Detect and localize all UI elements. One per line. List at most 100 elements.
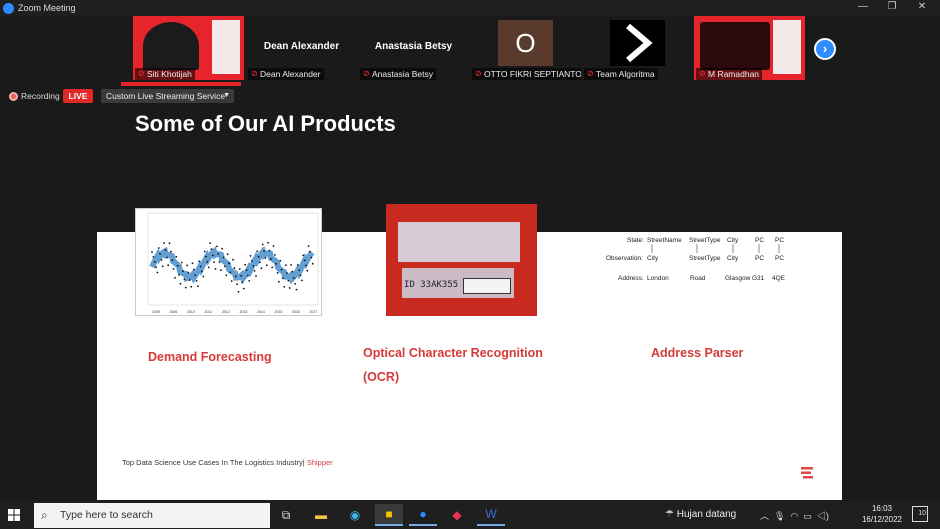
observation-point	[290, 264, 292, 266]
observation-point	[193, 268, 195, 271]
observation-point	[215, 245, 218, 248]
observation-point	[151, 251, 153, 253]
observation-point	[271, 266, 274, 269]
windows-start-icon[interactable]	[4, 505, 24, 525]
observation-point	[232, 258, 234, 261]
observation-point	[296, 264, 299, 266]
chart-year-label: 2017	[310, 310, 318, 314]
close-button[interactable]: ✕	[915, 1, 929, 12]
observation-point	[237, 290, 240, 293]
observation-point	[161, 265, 164, 268]
observation-point	[160, 259, 163, 261]
observation-point	[221, 247, 224, 250]
chevron-up-icon[interactable]: ︿	[760, 511, 769, 521]
chart-year-label: 2015	[275, 310, 283, 314]
product-label-ocr-abbr: (OCR)	[363, 370, 400, 384]
observation-point	[230, 280, 233, 282]
observation-point	[191, 262, 194, 265]
observation-point	[264, 257, 267, 259]
participant-tile[interactable]: Dean Alexander ⊘ Dean Alexander	[246, 16, 357, 80]
recording-label[interactable]: Recording	[21, 91, 60, 101]
observation-point	[283, 286, 286, 288]
participant-tile[interactable]: O ⊘ OTTO FIKRI SEPTIANTO	[470, 16, 581, 80]
chart-year-label: 2006	[170, 310, 178, 314]
observation-point	[170, 250, 172, 253]
ocr-code-text: ID 33AK355	[404, 280, 459, 290]
app-icon[interactable]: ◆	[443, 504, 471, 526]
stream-service-dropdown[interactable]: Custom Live Streaming Service ▼	[101, 89, 234, 103]
observation-point	[159, 252, 161, 255]
redaction-box	[463, 278, 511, 294]
microphone-icon[interactable]: 🎙	[774, 511, 785, 521]
observation-point	[274, 254, 276, 256]
observation-point	[272, 245, 275, 247]
participant-caption: ⊘ Team Algoritma	[584, 68, 658, 80]
notification-center-button[interactable]: 10	[912, 506, 928, 522]
gallery-next-button[interactable]: ›	[814, 38, 836, 60]
task-view-icon[interactable]: ⧉	[272, 504, 300, 526]
observation-point	[190, 285, 193, 288]
wifi-icon[interactable]: ◠	[790, 511, 798, 521]
observation-point	[153, 261, 156, 263]
observation-point	[202, 275, 205, 278]
observation-point	[225, 274, 228, 277]
observation-point	[174, 276, 176, 279]
observation-point	[198, 260, 201, 263]
observation-point	[240, 275, 242, 277]
edge-browser-icon[interactable]: ◉	[341, 504, 369, 526]
participant-tile[interactable]: ⊘ M Ramadhan	[694, 16, 805, 80]
volume-icon[interactable]: ◁)	[817, 511, 829, 521]
active-speaker-indicator	[121, 82, 241, 86]
observation-point	[251, 260, 253, 262]
participant-name: OTTO FIKRI SEPTIANTO	[484, 69, 581, 79]
parser-label: Address:	[618, 275, 644, 282]
observation-point	[245, 269, 248, 272]
taskbar-clock[interactable]: 16:03 16/12/2022	[858, 503, 906, 525]
observation-point	[157, 247, 160, 249]
observation-point	[178, 273, 180, 276]
observation-point	[199, 265, 202, 268]
source-text: Top Data Science Use Cases In The Logist…	[122, 458, 305, 467]
observation-point	[305, 264, 307, 267]
file-explorer-icon[interactable]: ▬	[307, 504, 335, 526]
product-label-ocr: Optical Character Recognition	[363, 346, 543, 360]
mic-muted-icon: ⊘	[363, 69, 370, 78]
observation-point	[286, 272, 288, 274]
observation-point	[298, 269, 301, 272]
participant-tile[interactable]: ⊘ Team Algoritma	[582, 16, 693, 80]
taskbar-search-input[interactable]: ⌕ Type here to search	[34, 503, 270, 528]
source-link[interactable]: Shipper	[307, 458, 333, 467]
observation-point	[284, 264, 287, 266]
mic-muted-icon: ⊘	[699, 69, 706, 78]
restore-button[interactable]: ❐	[885, 1, 899, 12]
ocr-package-image: ID 33AK355	[386, 204, 537, 316]
observation-point	[164, 249, 167, 251]
observation-point	[183, 278, 186, 281]
parser-token: 4QE	[772, 275, 786, 282]
live-badge[interactable]: LIVE	[63, 89, 93, 103]
battery-icon[interactable]: ▭	[803, 511, 812, 521]
observation-point	[249, 255, 252, 257]
observation-point	[218, 261, 221, 263]
sticky-notes-icon[interactable]: ■	[375, 504, 403, 526]
recording-icon[interactable]	[9, 92, 18, 101]
participant-tile[interactable]: ⊘ Siti Khotijah	[133, 16, 244, 80]
zoom-app-icon[interactable]: ●	[409, 504, 437, 526]
observation-point	[156, 271, 159, 274]
observation-point	[257, 255, 260, 258]
observation-point	[306, 269, 309, 272]
observation-point	[175, 255, 178, 258]
observation-point	[194, 274, 197, 277]
minimize-button[interactable]: —	[856, 1, 870, 12]
shipper-logo-icon	[801, 467, 813, 479]
zoom-logo-icon	[3, 2, 14, 14]
mic-muted-icon: ⊘	[251, 69, 258, 78]
word-app-icon[interactable]: W	[477, 504, 505, 526]
chevron-right-icon: ›	[822, 41, 828, 56]
observation-point	[256, 250, 259, 253]
weather-widget[interactable]: ☂ Hujan datang	[665, 509, 736, 520]
participant-tile[interactable]: Anastasia Betsy ⊘ Anastasia Betsy	[358, 16, 469, 80]
observation-point	[186, 264, 188, 267]
observation-point	[299, 274, 302, 277]
system-tray[interactable]: ︿ 🎙 ◠ ▭ ◁)	[760, 509, 829, 522]
